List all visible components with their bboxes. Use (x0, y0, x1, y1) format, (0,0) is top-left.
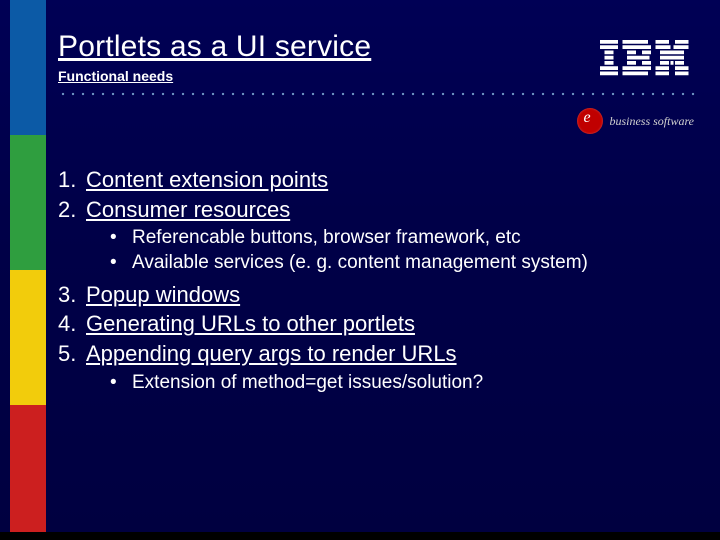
sub-list-item-text: Available services (e. g. content manage… (132, 251, 588, 276)
sidebar-segment-yellow (10, 270, 46, 405)
sub-list-item-text: Extension of method=get issues/solution? (132, 371, 483, 396)
ebusiness-badge: business software (577, 108, 694, 134)
bullet-icon: • (110, 251, 118, 276)
list-item: 2.Consumer resources (58, 195, 690, 225)
list-item: 5.Appending query args to render URLs (58, 339, 690, 369)
divider-dots (58, 92, 700, 96)
list-item-text: Generating URLs to other portlets (86, 309, 415, 339)
sub-list: • Referencable buttons, browser framework… (110, 226, 690, 275)
bullet-icon: • (110, 371, 118, 396)
footer-bar (0, 532, 720, 540)
list-item: 3.Popup windows (58, 280, 690, 310)
list-item: 1.Content extension points (58, 165, 690, 195)
sub-list-item: • Referencable buttons, browser framework… (110, 226, 690, 251)
slide-body: 1.Content extension points2.Consumer res… (58, 165, 690, 400)
list-item-text: Popup windows (86, 280, 240, 310)
sub-list: • Extension of method=get issues/solution… (110, 371, 690, 396)
sub-list-item: • Available services (e. g. content manag… (110, 251, 690, 276)
sidebar-segment-green (10, 135, 46, 270)
sub-list-item: • Extension of method=get issues/solution… (110, 371, 690, 396)
list-item-number: 1. (58, 165, 80, 195)
list-item-number: 3. (58, 280, 80, 310)
list-item-number: 2. (58, 195, 80, 225)
color-sidebar (10, 0, 46, 540)
sidebar-segment-red (10, 405, 46, 540)
list-item-text: Consumer resources (86, 195, 290, 225)
list-item-text: Content extension points (86, 165, 328, 195)
sidebar-segment-blue (10, 0, 46, 135)
list-item-number: 5. (58, 339, 80, 369)
sub-list-item-text: Referencable buttons, browser framework,… (132, 226, 521, 251)
ebusiness-e-icon (577, 108, 603, 134)
list-item-number: 4. (58, 309, 80, 339)
ebusiness-label: business software (609, 114, 694, 129)
list-item-text: Appending query args to render URLs (86, 339, 457, 369)
bullet-icon: • (110, 226, 118, 251)
list-item: 4.Generating URLs to other portlets (58, 309, 690, 339)
ibm-logo-icon (600, 40, 690, 76)
